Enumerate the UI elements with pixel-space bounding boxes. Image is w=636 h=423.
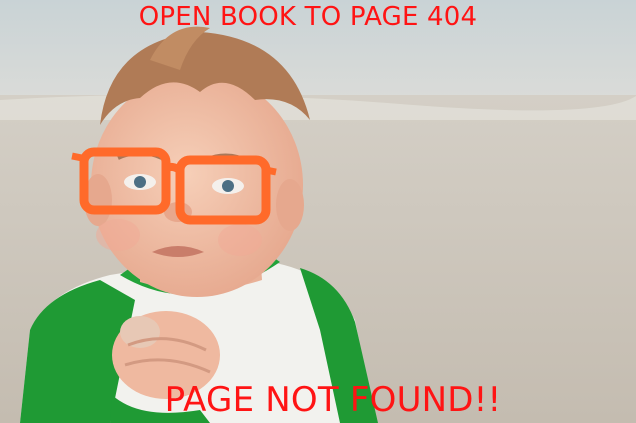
- meme-image: OPEN BOOK TO PAGE 404 PAGE NOT FOUND!!: [0, 0, 636, 423]
- bottom-caption: PAGE NOT FOUND!!: [164, 380, 502, 420]
- beach-photo: [0, 0, 636, 423]
- top-caption: OPEN BOOK TO PAGE 404: [138, 2, 478, 32]
